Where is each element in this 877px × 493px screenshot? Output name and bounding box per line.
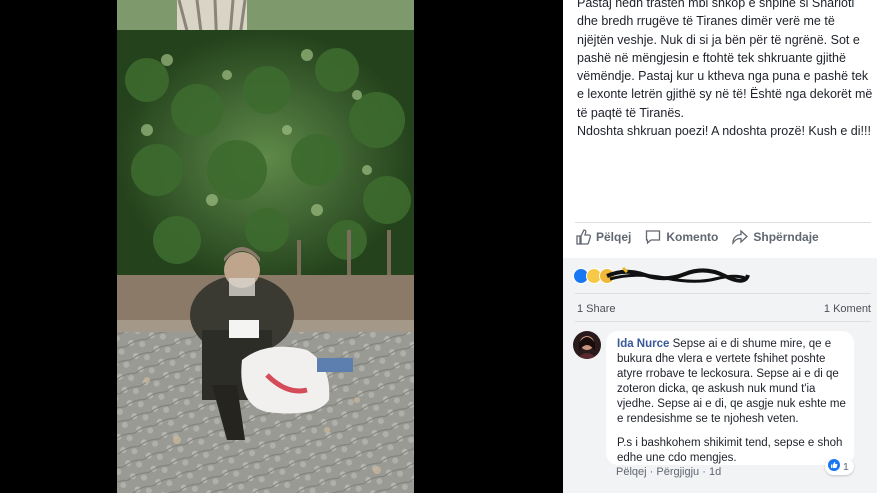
like-icon <box>828 459 840 474</box>
separator: · <box>702 466 709 478</box>
photo-image <box>117 0 414 493</box>
comment-actions: Pëlqej · Përgjigju · 1d <box>616 466 721 478</box>
share-count[interactable]: 1 Share <box>577 303 616 315</box>
post-paragraph-1: Pastaj hedh trastën mbi shkop e shpinë s… <box>577 0 873 120</box>
comment-label: Komento <box>666 230 719 244</box>
post-actions: Pëlqej Komento Shpërndaje <box>575 229 819 245</box>
post-photo[interactable] <box>117 0 414 493</box>
post-body: Pastaj hedh trastën mbi shkop e shpinë s… <box>577 0 873 140</box>
comment-reply-link[interactable]: Përgjigju <box>656 466 699 478</box>
share-label: Shpërndaje <box>753 230 819 244</box>
comment-reaction-count[interactable]: 1 <box>825 458 854 475</box>
comment-count[interactable]: 1 Koment <box>824 303 871 315</box>
thumbs-up-icon <box>575 229 591 245</box>
comment-bubble: Ida Nurce Sepse ai e di shume mire, qe e… <box>606 331 854 465</box>
share-button[interactable]: Shpërndaje <box>732 229 819 245</box>
redaction-scribble <box>606 266 750 283</box>
comment-icon <box>645 229 661 245</box>
like-button[interactable]: Pëlqej <box>575 229 631 245</box>
comment-like-link[interactable]: Pëlqej <box>616 466 647 478</box>
divider-2 <box>575 293 871 294</box>
comment-body-2: P.s i bashkohem shikimit tend, sepse e s… <box>617 436 843 464</box>
comment-text-1: Ida Nurce Sepse ai e di shume mire, qe e… <box>617 337 846 428</box>
comment-author[interactable]: Ida Nurce <box>617 338 669 350</box>
commenter-avatar[interactable] <box>573 331 601 359</box>
comment-button[interactable]: Komento <box>645 229 718 245</box>
post-panel: Pastaj hedh trastën mbi shkop e shpinë s… <box>563 0 877 493</box>
comment-time: 1d <box>708 466 722 478</box>
post-paragraph-2: Ndoshta shkruan poezi! A ndoshta prozë! … <box>577 124 871 139</box>
like-label: Pëlqej <box>596 230 632 244</box>
divider-3 <box>575 321 871 322</box>
comment-body-1: Sepse ai e di shume mire, qe e bukura dh… <box>617 338 846 426</box>
divider <box>575 222 871 223</box>
share-arrow-icon <box>732 229 749 245</box>
reaction-count: 1 <box>843 460 849 473</box>
